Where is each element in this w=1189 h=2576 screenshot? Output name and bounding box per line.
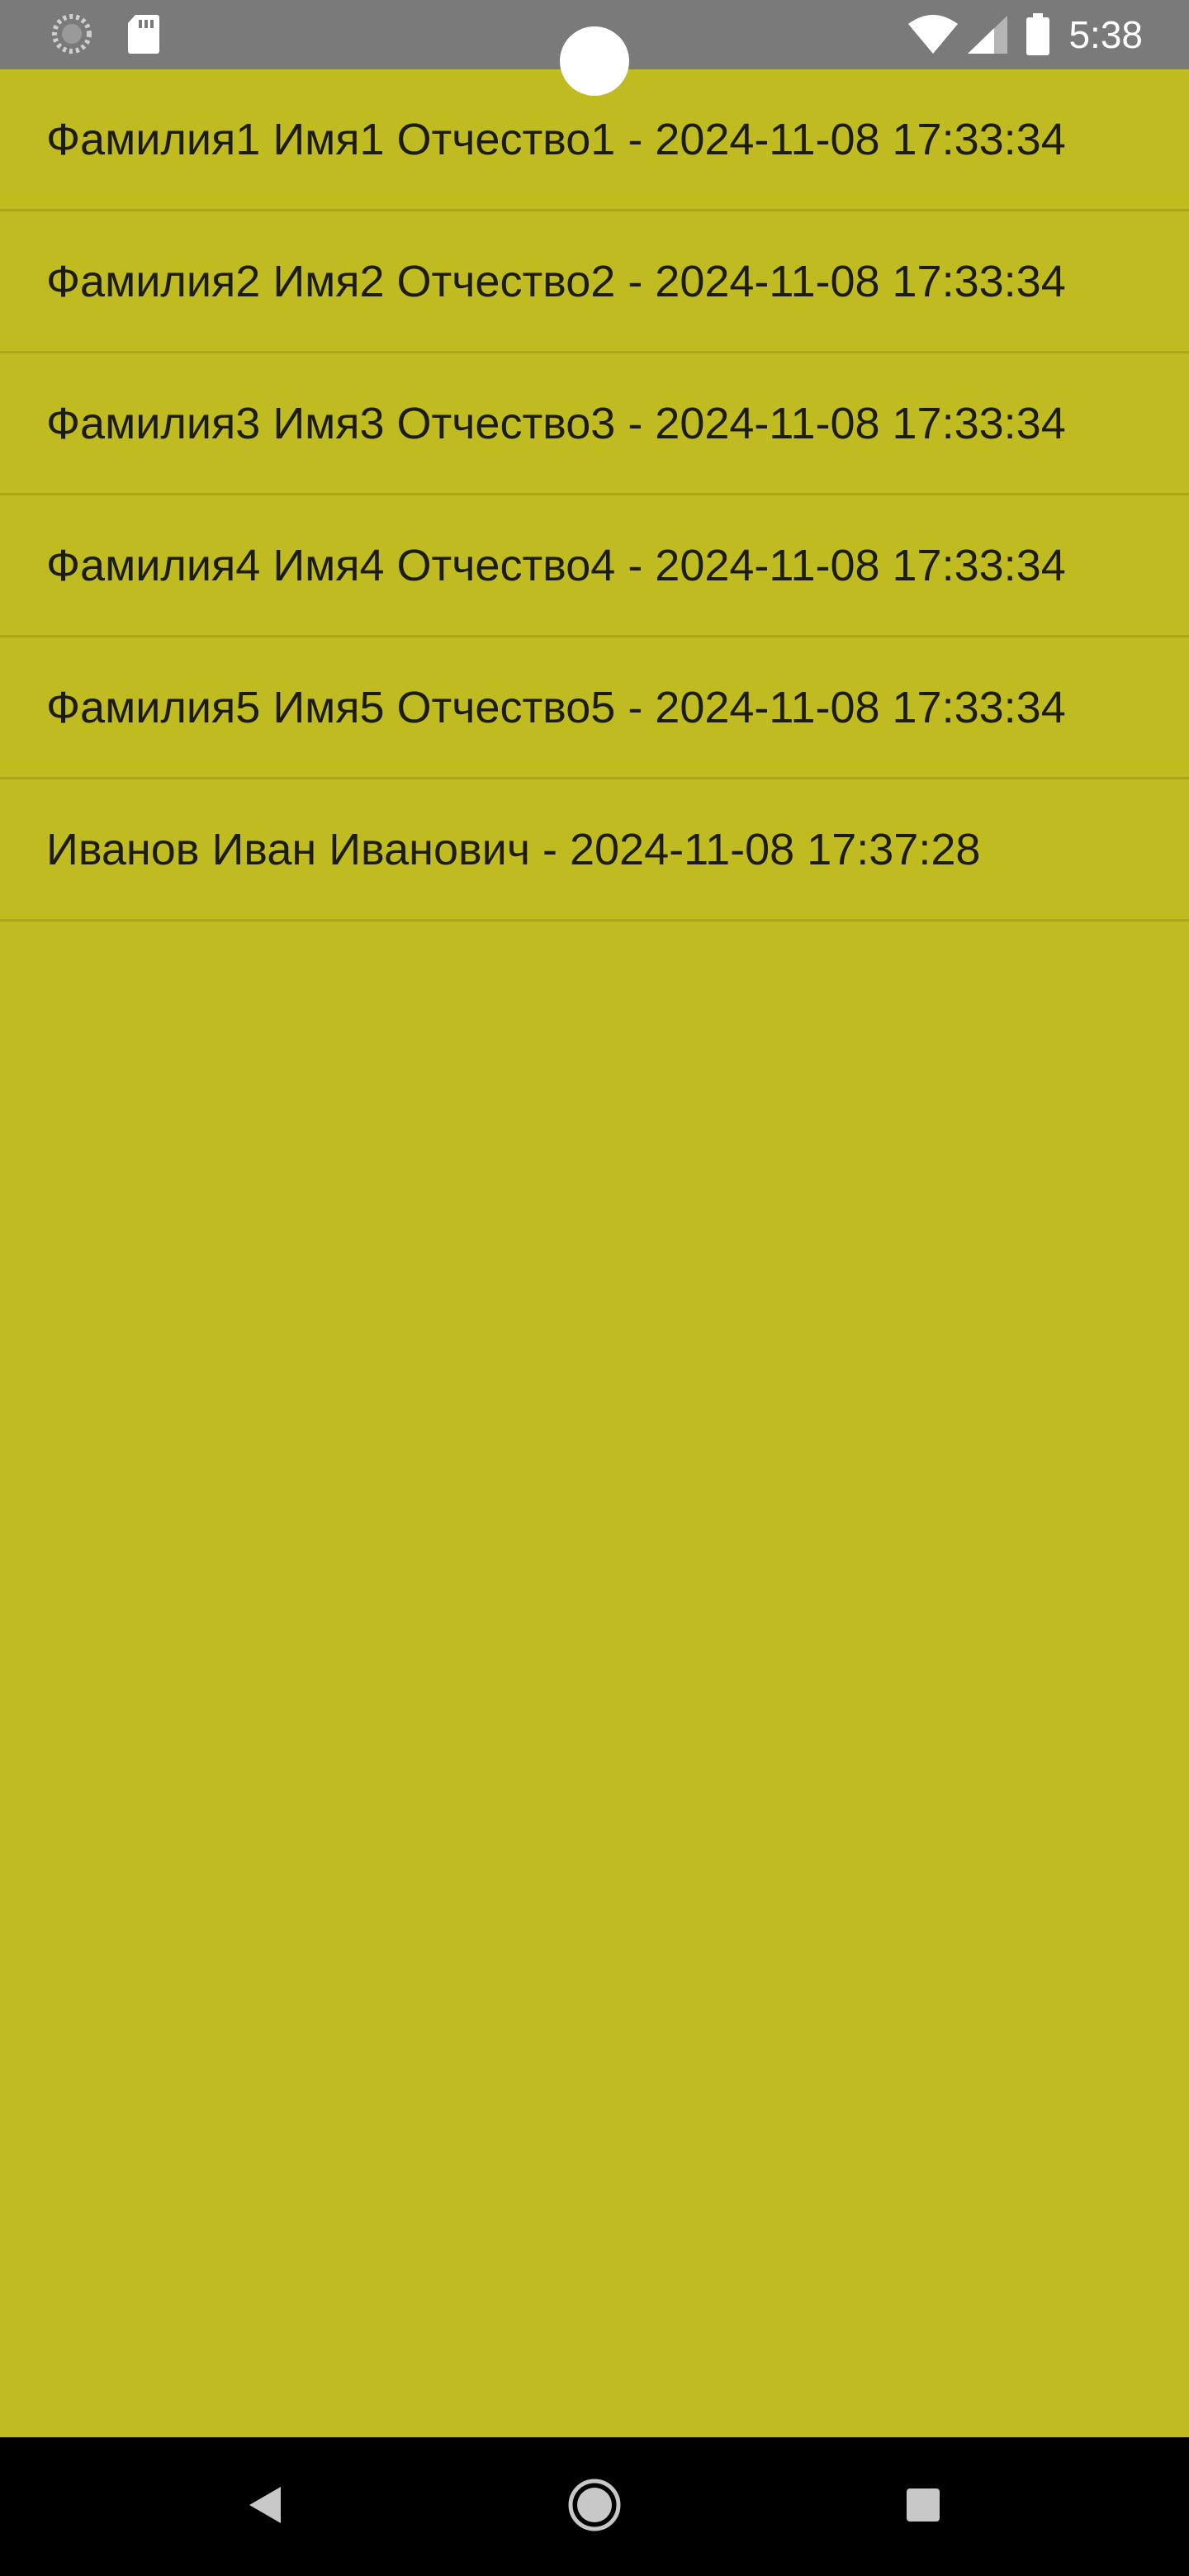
list-item[interactable]: Фамилия3 Имя3 Отчество3 - 2024-11-08 17:… bbox=[0, 353, 1189, 495]
home-icon bbox=[567, 2478, 622, 2536]
status-right-icons: 5:38 bbox=[907, 8, 1143, 61]
sd-card-icon bbox=[127, 13, 160, 54]
status-left-icons bbox=[51, 13, 160, 54]
status-bar: 5:38 bbox=[0, 0, 1189, 96]
list-item-text: Фамилия4 Имя4 Отчество4 - 2024-11-08 17:… bbox=[46, 540, 1066, 590]
back-icon bbox=[244, 2484, 284, 2531]
list-item-text: Фамилия3 Имя3 Отчество3 - 2024-11-08 17:… bbox=[46, 398, 1066, 448]
wifi-icon bbox=[907, 14, 959, 55]
list-item-text: Фамилия5 Имя5 Отчество5 - 2024-11-08 17:… bbox=[46, 682, 1066, 732]
recents-icon bbox=[905, 2487, 941, 2527]
list-item[interactable]: Фамилия2 Имя2 Отчество2 - 2024-11-08 17:… bbox=[0, 211, 1189, 353]
recents-button[interactable] bbox=[874, 2437, 973, 2576]
list-item-text: Фамилия1 Имя1 Отчество1 - 2024-11-08 17:… bbox=[46, 114, 1066, 164]
list-item[interactable]: Фамилия4 Имя4 Отчество4 - 2024-11-08 17:… bbox=[0, 495, 1189, 637]
list-item[interactable]: Фамилия1 Имя1 Отчество1 - 2024-11-08 17:… bbox=[0, 69, 1189, 211]
list-item[interactable]: Иванов Иван Иванович - 2024-11-08 17:37:… bbox=[0, 779, 1189, 921]
cell-signal-icon bbox=[966, 14, 1009, 55]
home-button[interactable] bbox=[545, 2437, 644, 2576]
list-item-text: Иванов Иван Иванович - 2024-11-08 17:37:… bbox=[46, 824, 981, 874]
list-item-text: Фамилия2 Имя2 Отчество2 - 2024-11-08 17:… bbox=[46, 256, 1066, 306]
status-time: 5:38 bbox=[1068, 13, 1143, 56]
back-button[interactable] bbox=[215, 2437, 314, 2576]
battery-icon bbox=[1026, 13, 1050, 56]
record-list[interactable]: Фамилия1 Имя1 Отчество1 - 2024-11-08 17:… bbox=[0, 69, 1189, 921]
loading-icon bbox=[51, 13, 92, 54]
list-item[interactable]: Фамилия5 Имя5 Отчество5 - 2024-11-08 17:… bbox=[0, 637, 1189, 779]
navigation-bar bbox=[0, 2437, 1189, 2576]
